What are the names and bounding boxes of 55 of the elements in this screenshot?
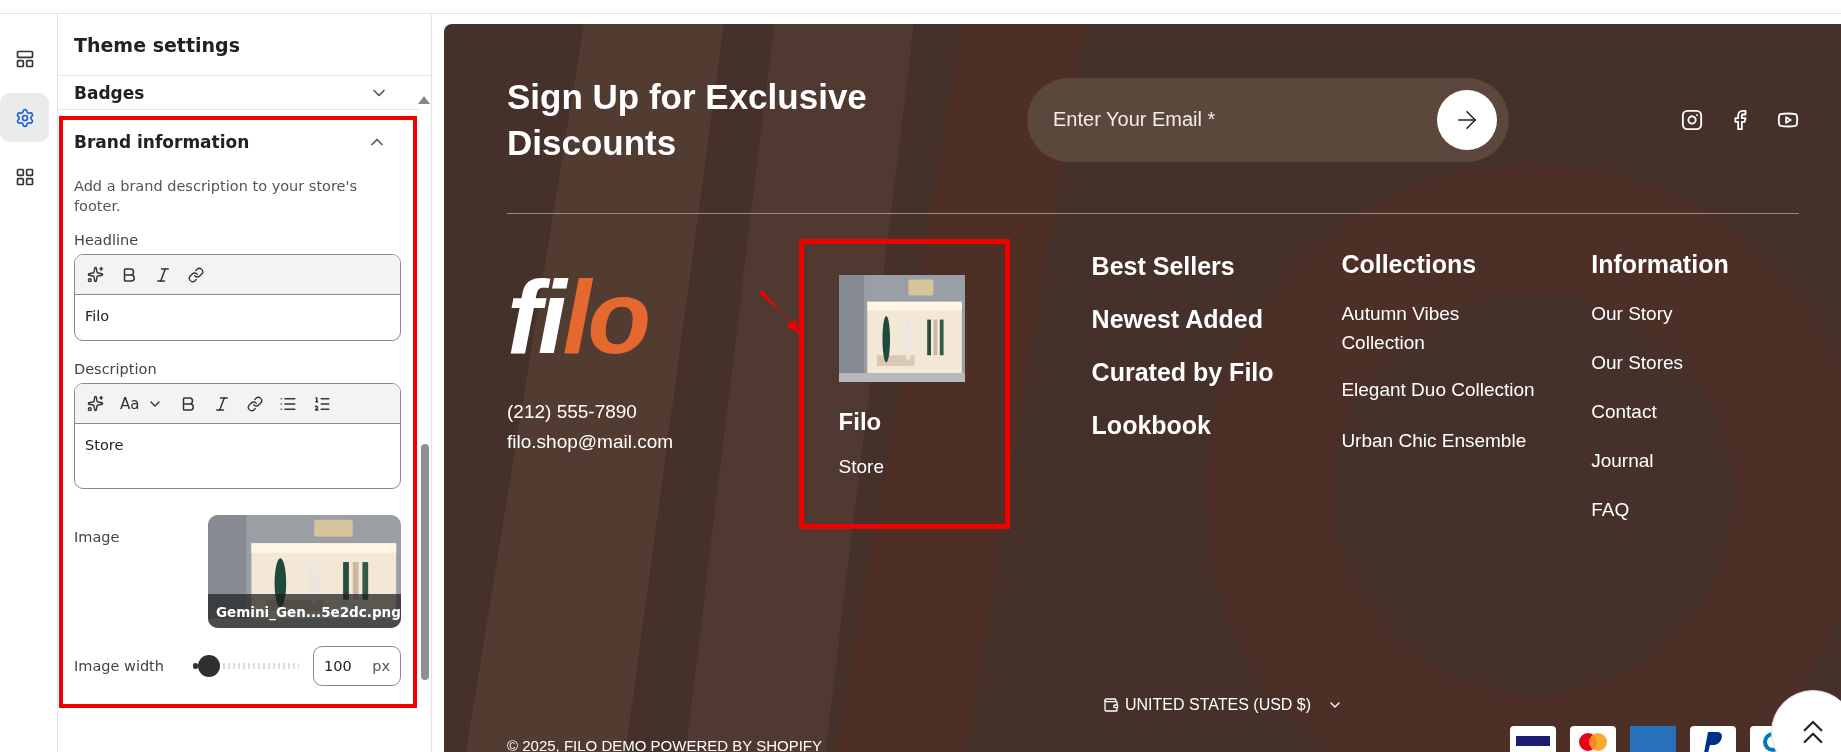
footer-link[interactable]: FAQ bbox=[1591, 495, 1832, 524]
footer-menu-link[interactable]: Curated by Filo bbox=[1091, 358, 1342, 387]
panel-title: Theme settings bbox=[74, 34, 240, 56]
slider-thumb[interactable] bbox=[198, 655, 221, 677]
payment-card-icon bbox=[1570, 726, 1616, 752]
file-name: Gemini_Gen...5e2dc.png bbox=[216, 604, 401, 620]
submit-button[interactable] bbox=[1437, 89, 1497, 150]
numbered-list-icon[interactable] bbox=[313, 394, 332, 413]
payment-card-icon bbox=[1510, 726, 1556, 752]
wallet-icon bbox=[1103, 697, 1119, 713]
sparkle-icon[interactable] bbox=[87, 395, 104, 412]
payment-card-icon bbox=[1630, 726, 1676, 752]
field-label: Image bbox=[74, 529, 120, 545]
footer-link[interactable]: Autumn Vibes Collection bbox=[1341, 299, 1542, 357]
image-thumbnail[interactable]: Gemini_Gen...5e2dc.png bbox=[208, 515, 401, 628]
footer-link[interactable]: Our Stores bbox=[1591, 348, 1832, 377]
payment-card-icon bbox=[1690, 726, 1736, 752]
logo: filo bbox=[507, 267, 649, 367]
editor-text[interactable]: Store bbox=[75, 424, 400, 488]
phone-number: (212) 555-7890 bbox=[507, 400, 638, 424]
width-input[interactable]: 100 px bbox=[313, 646, 401, 686]
footer-menu-link[interactable]: Best Sellers bbox=[1091, 252, 1342, 281]
instagram-icon[interactable] bbox=[1681, 108, 1703, 131]
field-label: Description bbox=[74, 361, 158, 377]
footer-link[interactable]: Our Story bbox=[1591, 299, 1832, 328]
scrollbar[interactable] bbox=[421, 444, 429, 680]
country-selector[interactable]: UNITED STATES (USD $) bbox=[1103, 696, 1344, 714]
italic-icon[interactable] bbox=[154, 265, 172, 284]
email-field[interactable]: Enter Your Email * bbox=[1027, 77, 1509, 162]
rich-text-editor[interactable]: Filo bbox=[74, 254, 401, 341]
footer-link[interactable]: Elegant Duo Collection bbox=[1341, 375, 1542, 404]
footer-menu-link[interactable]: Newest Added bbox=[1091, 305, 1342, 334]
scroll-up-icon[interactable] bbox=[418, 96, 430, 104]
link-icon[interactable] bbox=[188, 266, 204, 283]
text-style-button[interactable]: Aa bbox=[120, 394, 140, 413]
column-title: Collections bbox=[1341, 250, 1478, 279]
editor-text[interactable]: Filo bbox=[75, 295, 400, 340]
footer-link[interactable]: Urban Chic Ensemble bbox=[1341, 426, 1542, 455]
sparkle-icon[interactable] bbox=[87, 266, 104, 283]
email-address: filo.shop@mail.com bbox=[507, 430, 675, 454]
brand-headline: Filo bbox=[838, 408, 883, 436]
help-text: Add a brand description to your store's footer. bbox=[74, 177, 359, 216]
section-title[interactable]: Brand information bbox=[74, 132, 250, 152]
column-title: Information bbox=[1591, 250, 1730, 279]
section-title[interactable]: Badges bbox=[74, 82, 145, 103]
field-label: Headline bbox=[74, 232, 140, 248]
footer-menu-link[interactable]: Lookbook bbox=[1091, 411, 1342, 440]
link-icon[interactable] bbox=[247, 395, 264, 412]
rich-text-editor[interactable]: Aa Store bbox=[74, 383, 401, 489]
field-label: Image width bbox=[74, 658, 164, 674]
footer-link[interactable]: Contact bbox=[1591, 397, 1832, 426]
signup-heading: Sign Up for Exclusive Discounts bbox=[507, 75, 868, 164]
footer-link[interactable]: Journal bbox=[1591, 446, 1832, 475]
brand-description: Store bbox=[838, 456, 885, 478]
settings-icon[interactable] bbox=[0, 93, 49, 142]
